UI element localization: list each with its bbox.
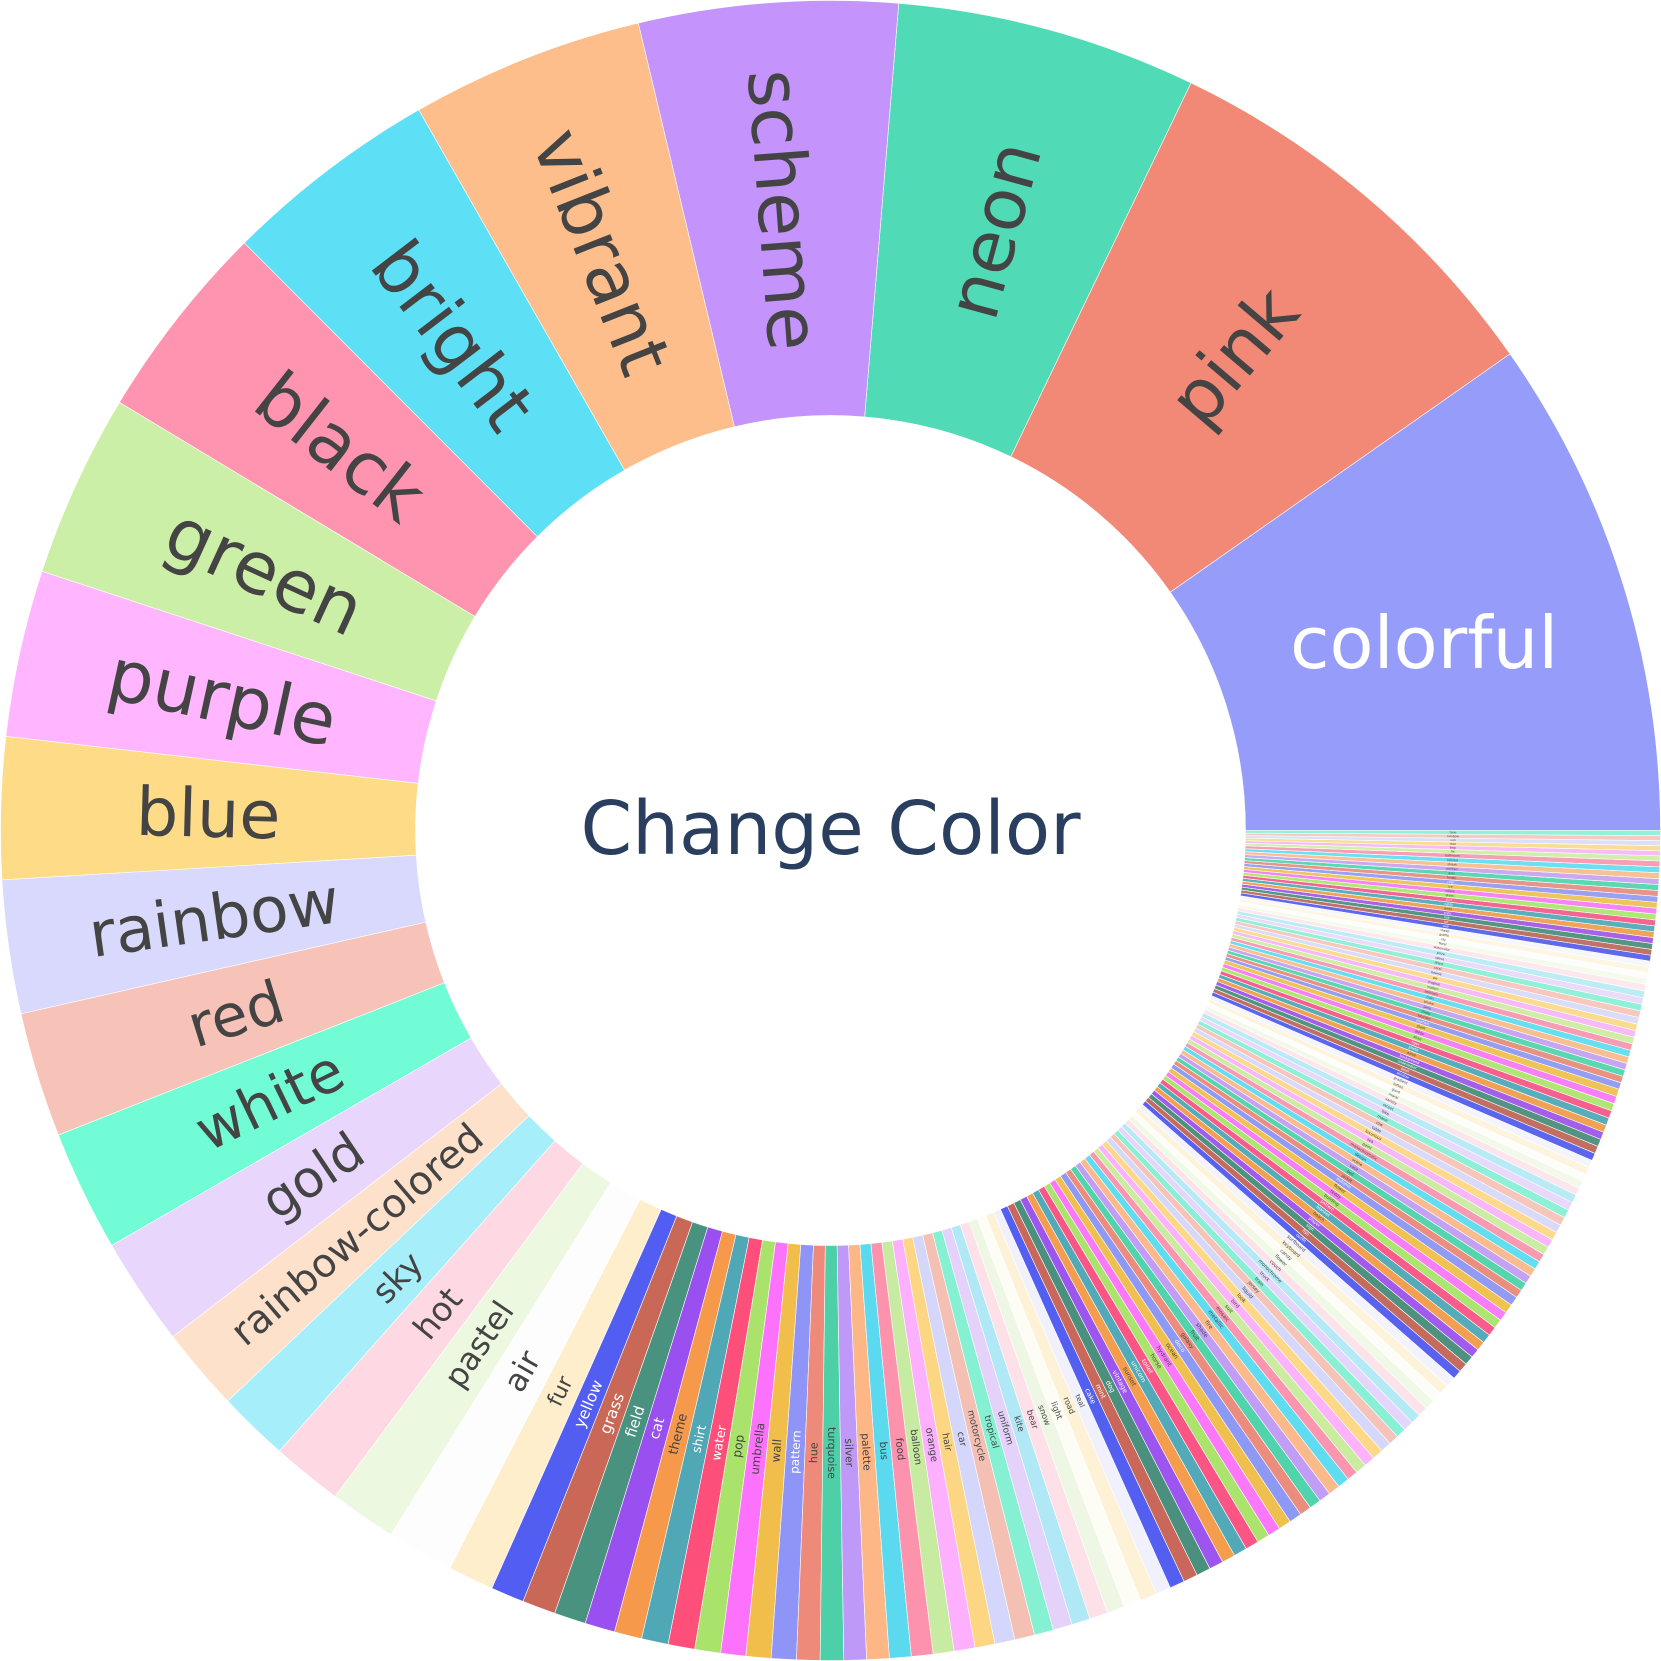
segment-label-hue: hue <box>807 1442 821 1463</box>
segment-label-ice: ice <box>1448 884 1453 888</box>
segment-label-wall: wall <box>768 1438 784 1463</box>
segment-label-rose: rose <box>1450 842 1457 846</box>
segment-label-rainbow: rainbow <box>1447 834 1460 838</box>
segment-label-palette: palette <box>859 1433 874 1471</box>
segment-label-colored: colored <box>1447 858 1458 863</box>
segment-label-silver: silver <box>842 1438 856 1468</box>
sunburst-chart: colorfulpinkneonschemevibrantbrightblack… <box>0 0 1661 1661</box>
segment-label-dots: dots <box>1448 871 1455 875</box>
segment-label-turquoise: turquoise <box>825 1427 838 1479</box>
segment-label-tone: tone <box>1450 830 1457 834</box>
segment-label-shirt: shirt <box>1446 897 1454 902</box>
segment-label-colorful: colorful <box>1290 601 1558 685</box>
segment-label-streak: streak <box>1447 862 1457 867</box>
segment-label-toned: toned <box>1447 875 1456 880</box>
segment-label-painted: painted <box>1446 867 1458 872</box>
segment-label-bag: bag <box>1450 846 1456 850</box>
segment-label-pattern: pattern <box>787 1430 803 1474</box>
segment-label-sun: sun <box>1450 838 1456 842</box>
center-title: Change Color <box>580 786 1081 872</box>
segment-label-tie: tie <box>1451 849 1455 853</box>
segment-label-bathroom: bathroom <box>1445 853 1460 858</box>
segment-label-blue: blue <box>135 773 282 855</box>
segment-label-color: color <box>1447 880 1455 885</box>
segment-label-bus: bus <box>877 1441 890 1460</box>
